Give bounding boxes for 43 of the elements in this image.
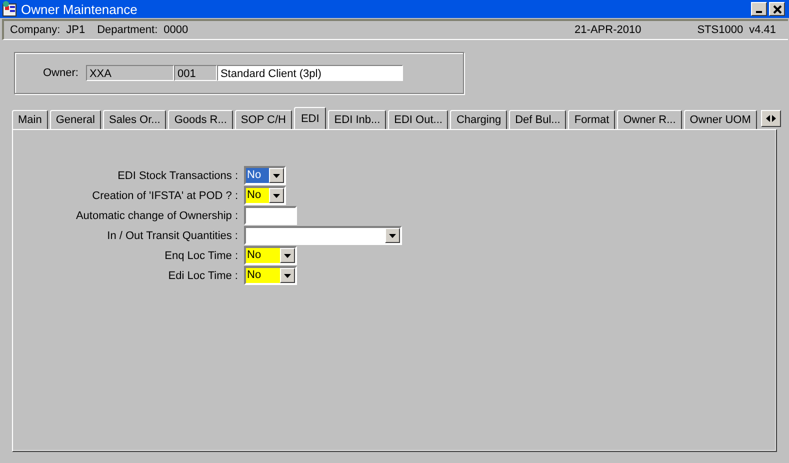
field-label: Creation of 'IFSTA' at POD ? : — [91, 190, 238, 202]
field-label: EDI Stock Transactions : — [116, 170, 238, 182]
date-text: 21-APR-2010 — [574, 24, 642, 36]
close-icon — [772, 4, 782, 14]
company-value: JP1 — [66, 24, 86, 36]
window-title: Owner Maintenance — [21, 2, 138, 16]
tab[interactable]: Owner UOM — [684, 110, 757, 129]
dropdown-field[interactable]: No — [244, 266, 297, 285]
tab[interactable]: EDI — [294, 107, 326, 129]
close-button[interactable] — [769, 2, 785, 16]
tab[interactable]: Charging — [450, 110, 508, 129]
version-text: v4.41 — [749, 24, 776, 36]
field-label: In / Out Transit Quantities : — [106, 230, 238, 242]
dropdown-field[interactable]: No — [244, 246, 297, 265]
company-label: Company: — [10, 24, 60, 36]
tab[interactable]: General — [50, 110, 101, 129]
department-label: Department: — [97, 24, 158, 36]
app-icon — [2, 1, 18, 17]
tab[interactable]: Sales Or... — [102, 110, 166, 129]
tab[interactable]: Goods R... — [168, 110, 233, 129]
owner-label: Owner: — [43, 67, 78, 79]
dropdown-field[interactable]: No — [244, 186, 286, 205]
tab[interactable]: Main — [12, 110, 48, 129]
tab[interactable]: Format — [568, 110, 616, 129]
tab[interactable]: Def Bul... — [509, 110, 566, 129]
field-label: Edi Loc Time : — [167, 270, 238, 282]
dropdown-field[interactable] — [244, 226, 402, 245]
tab[interactable]: Owner R... — [617, 110, 682, 129]
dropdown-field[interactable]: No — [244, 166, 286, 185]
owner-code-field: XXA — [86, 65, 174, 81]
tab[interactable]: EDI Out... — [388, 110, 448, 129]
minimize-button[interactable] — [751, 2, 767, 16]
tab-scroll-button[interactable] — [760, 110, 781, 127]
input-field[interactable] — [244, 206, 297, 225]
program-code: STS1000 — [697, 24, 744, 36]
tab[interactable]: EDI Inb... — [328, 110, 386, 129]
field-label: Automatic change of Ownership : — [74, 210, 238, 222]
field-label: Enq Loc Time : — [164, 250, 238, 262]
left-right-arrows-icon — [766, 115, 776, 122]
owner-name-field[interactable]: Standard Client (3pl) — [217, 65, 404, 81]
owner-number-field: 001 — [174, 65, 218, 81]
tab[interactable]: SOP C/H — [234, 110, 292, 129]
department-value: 0000 — [164, 24, 188, 36]
